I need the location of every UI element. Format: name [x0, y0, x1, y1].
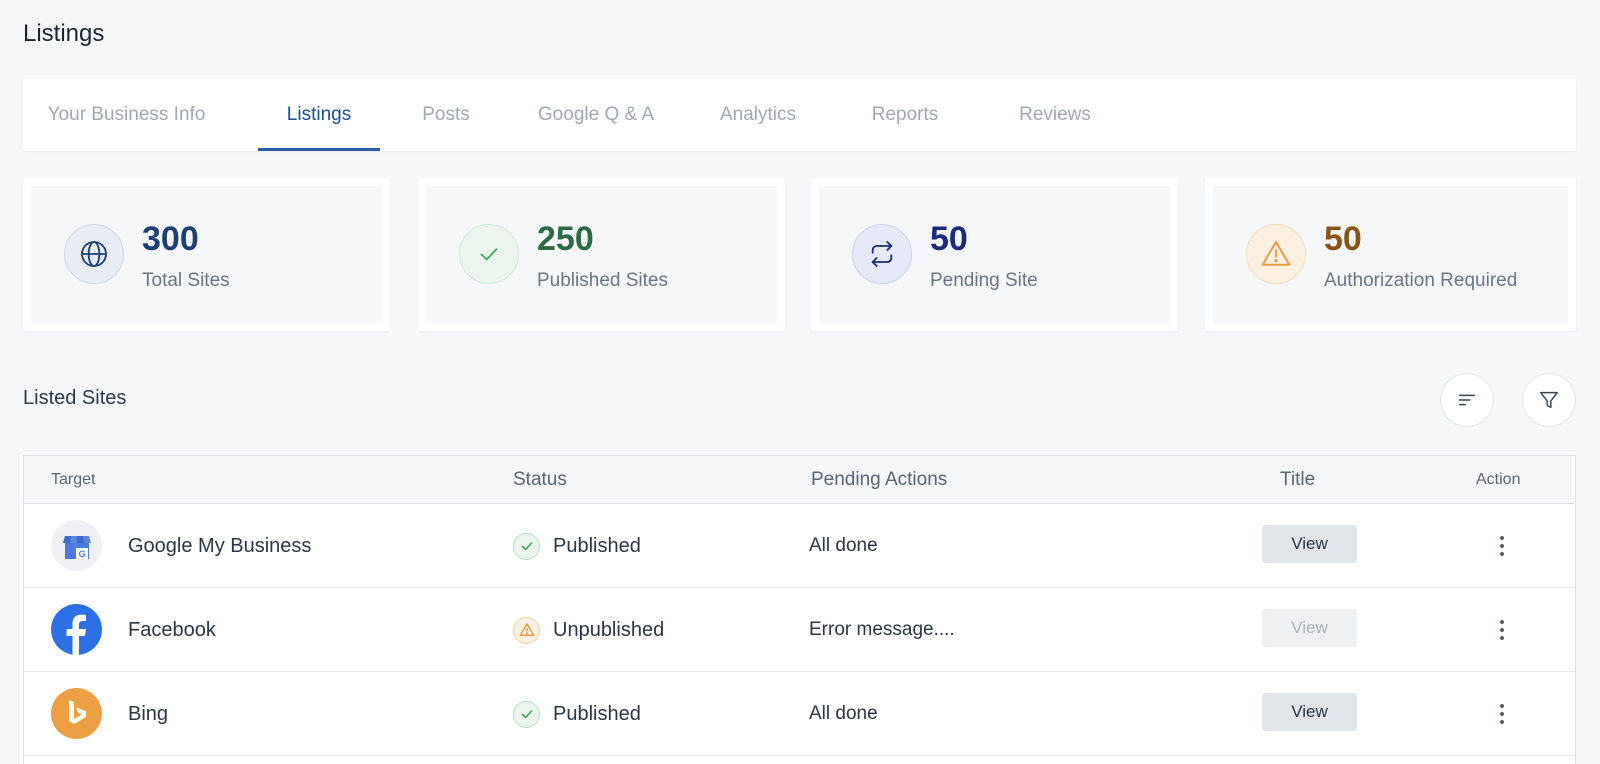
facebook-logo: [51, 604, 102, 655]
tab-listings[interactable]: Listings: [258, 79, 380, 151]
check-circle-icon: [513, 532, 540, 560]
stat-label: Published Sites: [537, 270, 668, 291]
pending-actions: All done: [809, 703, 878, 724]
stat-card-total-sites: 300 Total Sites: [23, 178, 390, 331]
tab-analytics[interactable]: Analytics: [703, 79, 813, 151]
pending-actions: Error message....: [809, 619, 955, 640]
header-action: Action: [1476, 471, 1521, 488]
more-options-icon[interactable]: [1494, 700, 1510, 728]
tab-your-business-info[interactable]: Your Business Info: [23, 79, 230, 151]
stat-label: Total Sites: [142, 270, 230, 291]
stat-card-published-sites: 250 Published Sites: [418, 178, 785, 331]
table-row: Facebook Unpublished Error message.... V…: [24, 588, 1575, 672]
status-cell: Published: [513, 672, 641, 756]
bing-logo: [51, 688, 102, 739]
sort-icon: [1458, 394, 1476, 406]
stat-label: Pending Site: [930, 270, 1038, 291]
stat-value: 50: [1324, 220, 1362, 258]
more-options-icon[interactable]: [1494, 616, 1510, 644]
filter-icon: [1540, 391, 1558, 409]
view-button[interactable]: View: [1262, 609, 1357, 647]
tab-reports[interactable]: Reports: [855, 79, 955, 151]
status-cell: Unpublished: [513, 588, 664, 672]
header-pending-actions: Pending Actions: [811, 469, 948, 490]
header-target: Target: [51, 471, 96, 488]
status-label: Published: [553, 702, 641, 725]
google-my-business-logo: G: [51, 520, 102, 571]
status-label: Unpublished: [553, 618, 665, 641]
tab-posts[interactable]: Posts: [406, 79, 486, 151]
warning-circle-icon: [513, 616, 540, 644]
view-button[interactable]: View: [1262, 525, 1357, 563]
site-name: Bing: [128, 702, 169, 725]
page-title: Listings: [23, 20, 105, 47]
stat-card-pending-site: 50 Pending Site: [811, 178, 1178, 331]
table-row: Bing Published All done View: [24, 672, 1575, 756]
table-row: G Google My Business Published All done …: [24, 504, 1575, 588]
sync-icon: [852, 224, 912, 284]
stat-value: 300: [142, 220, 199, 258]
pending-actions: All done: [809, 535, 878, 556]
stat-value: 250: [537, 220, 594, 258]
warning-icon: [1246, 224, 1306, 284]
tab-bar: Your Business Info Listings Posts Google…: [23, 79, 1576, 151]
tab-google-qa[interactable]: Google Q & A: [521, 79, 671, 151]
check-circle-icon: [513, 700, 540, 728]
site-name: Google My Business: [128, 534, 312, 557]
globe-icon: [64, 224, 124, 284]
tab-reviews[interactable]: Reviews: [1000, 79, 1110, 151]
status-label: Published: [553, 534, 641, 557]
more-options-icon[interactable]: [1494, 532, 1510, 560]
stat-label: Authorization Required: [1324, 270, 1518, 291]
check-icon: [459, 224, 519, 284]
section-title: Listed Sites: [23, 387, 127, 409]
status-cell: Published: [513, 504, 641, 588]
header-title: Title: [1280, 469, 1316, 490]
filter-button[interactable]: [1522, 373, 1576, 427]
listed-sites-table: Target Status Pending Actions Title Acti…: [23, 455, 1576, 764]
table-header: Target Status Pending Actions Title Acti…: [24, 456, 1575, 504]
header-status: Status: [513, 469, 567, 490]
sort-button[interactable]: [1440, 373, 1494, 427]
stat-value: 50: [930, 220, 968, 258]
site-name: Facebook: [128, 618, 216, 641]
view-button[interactable]: View: [1262, 693, 1357, 731]
stat-card-authorization-required: 50 Authorization Required: [1205, 178, 1576, 331]
svg-text:G: G: [78, 549, 85, 559]
